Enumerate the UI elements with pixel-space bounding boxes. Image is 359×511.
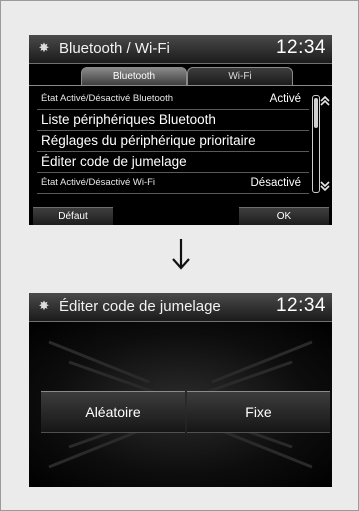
edit-pairing-code-screen: ✸ Éditer code de jumelage 12:34 Aléatoir… (29, 293, 332, 487)
list-item-bluetooth-state[interactable]: État Activé/Désactivé Bluetooth Activé (37, 89, 309, 110)
tab-bluetooth[interactable]: Bluetooth (81, 67, 187, 86)
clock: 12:34 (275, 37, 326, 58)
title-bar: ✸ Bluetooth / Wi-Fi 12:34 (29, 35, 332, 64)
list-item-priority-device[interactable]: Réglages du périphérique prioritaire (37, 131, 309, 152)
tab-wifi[interactable]: Wi-Fi (187, 67, 293, 86)
scrollbar[interactable] (312, 95, 320, 193)
list-item-label: Éditer code de jumelage (41, 154, 187, 169)
list-item-value: Activé (269, 93, 301, 105)
tab-divider (29, 85, 332, 86)
screen-title: Éditer code de jumelage (59, 298, 221, 315)
scroll-thumb[interactable] (314, 98, 318, 128)
random-button[interactable]: Aléatoire (41, 391, 185, 433)
clock: 12:34 (275, 295, 326, 316)
list-item-label: Réglages du périphérique prioritaire (41, 133, 256, 148)
gear-icon: ✸ (38, 298, 50, 313)
list-item-label: État Activé/Désactivé Wi-Fi (41, 177, 156, 188)
screen-title: Bluetooth / Wi-Fi (59, 40, 170, 57)
figure-frame: ✸ Bluetooth / Wi-Fi 12:34 Bluetooth Wi-F… (0, 0, 359, 511)
gear-icon: ✸ (38, 40, 50, 55)
default-button[interactable]: Défaut (33, 207, 113, 225)
title-bar: ✸ Éditer code de jumelage 12:34 (29, 293, 332, 322)
double-chevron-down-icon[interactable] (319, 180, 331, 192)
list-item-label: État Activé/Désactivé Bluetooth (41, 93, 174, 104)
list-item-edit-pairing-code[interactable]: Éditer code de jumelage (37, 152, 309, 173)
double-chevron-up-icon[interactable] (319, 95, 331, 107)
bluetooth-wifi-screen: ✸ Bluetooth / Wi-Fi 12:34 Bluetooth Wi-F… (29, 35, 332, 225)
list-item-label: Liste périphériques Bluetooth (41, 112, 216, 127)
settings-list: État Activé/Désactivé Bluetooth Activé L… (37, 89, 309, 194)
down-arrow-icon (172, 239, 190, 270)
tab-bar: Bluetooth Wi-Fi (29, 65, 332, 86)
list-item-value: Désactivé (250, 177, 302, 189)
ok-button[interactable]: OK (239, 207, 329, 225)
list-item-device-list[interactable]: Liste périphériques Bluetooth (37, 110, 309, 131)
list-item-wifi-state[interactable]: État Activé/Désactivé Wi-Fi Désactivé (37, 173, 309, 194)
fixed-button[interactable]: Fixe (187, 391, 330, 433)
